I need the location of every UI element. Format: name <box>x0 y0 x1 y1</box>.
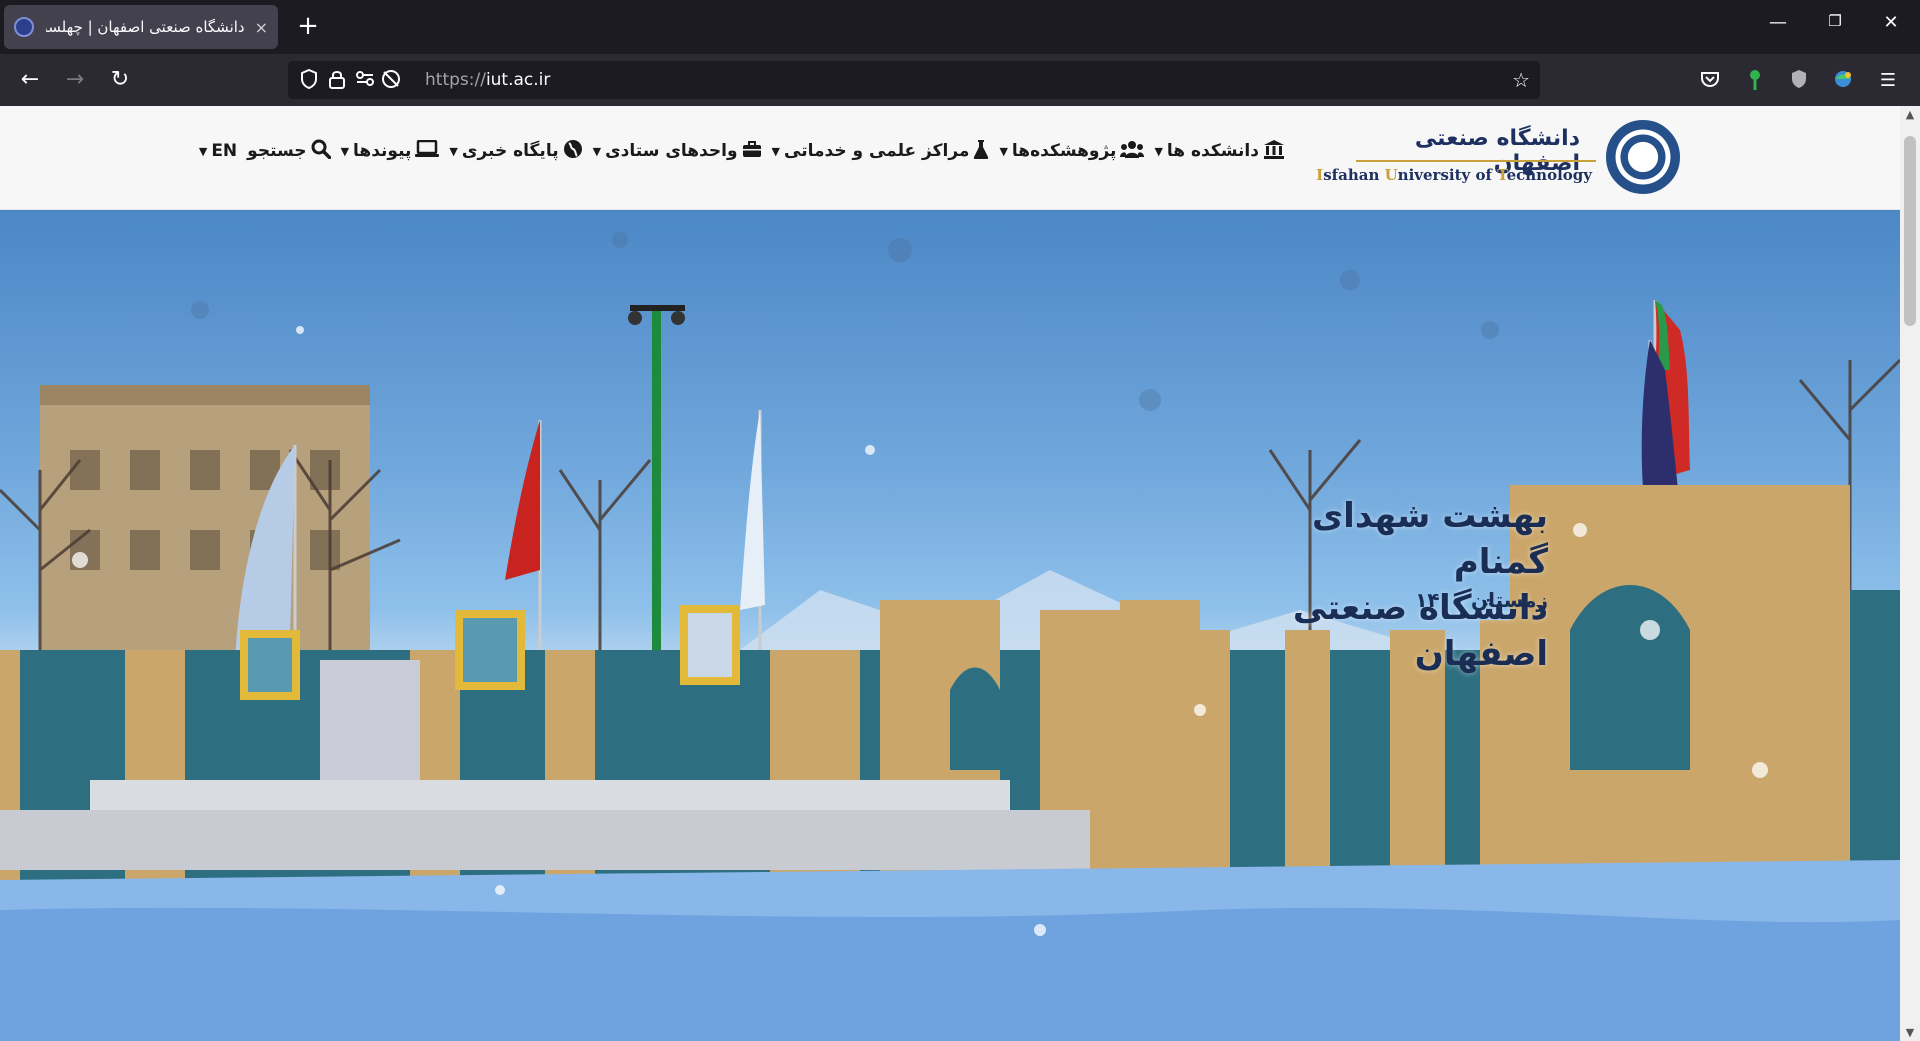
tab-title: دانشگاه صنعتی اصفهان | چهلسه <box>46 18 245 36</box>
hero-title-line1: بهشت شهدای گمنام <box>1312 496 1548 582</box>
site-logo[interactable]: دانشگاه صنعتی اصفهان Isfahan University … <box>1316 120 1680 196</box>
permissions-icon[interactable] <box>354 69 376 92</box>
nav-label: پایگاه خبری <box>461 141 559 161</box>
chevron-down-icon: ▼ <box>449 144 458 158</box>
url-scheme: https:// <box>425 70 486 90</box>
nav-item-research-institutes[interactable]: پژوهشکده‌ها ▼ <box>999 140 1145 162</box>
shield-icon[interactable] <box>298 68 320 94</box>
chevron-down-icon: ▼ <box>999 144 1008 158</box>
nav-item-scientific-centers[interactable]: مراکز علمی و خدماتی ▼ <box>772 139 990 163</box>
address-bar[interactable]: https://iut.ac.ir ☆ <box>288 61 1540 99</box>
nav-label: EN <box>211 141 238 161</box>
scroll-up-icon[interactable]: ▲ <box>1900 108 1920 121</box>
browser-tab-bar: دانشگاه صنعتی اصفهان | چهلسه × + — ❐ ✕ <box>0 0 1920 54</box>
extension-key-icon[interactable] <box>1743 69 1767 93</box>
hero-banner[interactable]: بهشت شهدای گمنام دانشگاه صنعتی اصفهان زم… <box>0 210 1900 1041</box>
nav-label: پیوندها <box>353 141 412 161</box>
hero-image <box>0 232 1900 1041</box>
new-tab-button[interactable]: + <box>292 10 324 42</box>
users-icon <box>1120 140 1145 162</box>
scroll-down-icon[interactable]: ▼ <box>1900 1026 1920 1039</box>
chevron-down-icon: ▼ <box>340 144 350 158</box>
minimize-window-button[interactable]: — <box>1763 12 1793 33</box>
tracking-blocked-icon[interactable] <box>380 69 402 94</box>
nav-item-administrative-units[interactable]: واحدهای ستادی ▼ <box>593 140 762 162</box>
chevron-down-icon: ▼ <box>771 144 781 158</box>
back-button[interactable]: ← <box>15 66 45 96</box>
flask-icon <box>973 139 989 163</box>
scrollbar-thumb[interactable] <box>1904 136 1916 326</box>
laptop-icon <box>415 139 440 162</box>
nav-item-language-en[interactable]: EN ▼ <box>199 141 237 161</box>
bookmark-star-icon[interactable]: ☆ <box>1512 68 1530 92</box>
url-text[interactable]: https://iut.ac.ir <box>425 70 550 90</box>
logo-english-name: Isfahan University of Technology <box>1316 166 1592 184</box>
chevron-down-icon: ▼ <box>198 144 208 158</box>
nav-item-search[interactable]: جستجو <box>247 139 331 163</box>
browser-tab[interactable]: دانشگاه صنعتی اصفهان | چهلسه × <box>4 5 278 49</box>
url-host: iut.ac.ir <box>485 70 551 90</box>
globe-icon <box>563 139 583 163</box>
browser-nav-bar: ← → ↻ https://iut.ac.ir ☆ ☰ <box>0 54 1920 106</box>
nav-label: پژوهشکده‌ها <box>1011 141 1117 161</box>
hero-title: بهشت شهدای گمنام دانشگاه صنعتی اصفهان <box>1248 493 1548 677</box>
main-navigation: دانشکده ها ▼ پژوهشکده‌ها ▼ مراکز علمی و … <box>189 136 1285 166</box>
restore-window-button[interactable]: ❐ <box>1820 12 1850 30</box>
briefcase-icon <box>742 140 762 162</box>
university-seal-icon <box>1606 120 1680 194</box>
close-window-button[interactable]: ✕ <box>1876 12 1906 33</box>
nav-item-news[interactable]: پایگاه خبری ▼ <box>449 139 582 163</box>
extension-vpn-icon[interactable] <box>1831 69 1855 93</box>
web-page: دانشگاه صنعتی اصفهان Isfahan University … <box>0 106 1920 1041</box>
search-icon <box>311 139 331 163</box>
site-favicon-icon <box>14 17 34 37</box>
reload-button[interactable]: ↻ <box>105 66 135 96</box>
site-header: دانشگاه صنعتی اصفهان Isfahan University … <box>0 106 1900 210</box>
forward-button[interactable]: → <box>60 66 90 96</box>
nav-label: دانشکده ها <box>1166 141 1259 161</box>
page-scrollbar[interactable]: ▲ ▼ <box>1900 106 1920 1041</box>
nav-label: مراکز علمی و خدماتی <box>784 141 970 161</box>
chevron-down-icon: ▼ <box>592 144 602 158</box>
nav-item-faculties[interactable]: دانشکده ها ▼ <box>1154 139 1285 163</box>
pocket-icon[interactable] <box>1698 69 1722 93</box>
lock-icon[interactable] <box>326 69 348 94</box>
extension-shield-icon[interactable] <box>1787 69 1811 93</box>
logo-divider <box>1356 160 1596 162</box>
chevron-down-icon: ▼ <box>1154 144 1163 158</box>
menu-icon[interactable]: ☰ <box>1876 69 1900 93</box>
nav-label: جستجو <box>247 141 307 161</box>
university-icon <box>1263 139 1285 163</box>
nav-label: واحدهای ستادی <box>605 141 738 161</box>
nav-item-links[interactable]: پیوندها ▼ <box>340 139 440 162</box>
close-tab-icon[interactable]: × <box>255 18 268 37</box>
hero-subtitle: زمستان ۱۴۰۰ <box>1415 588 1548 612</box>
